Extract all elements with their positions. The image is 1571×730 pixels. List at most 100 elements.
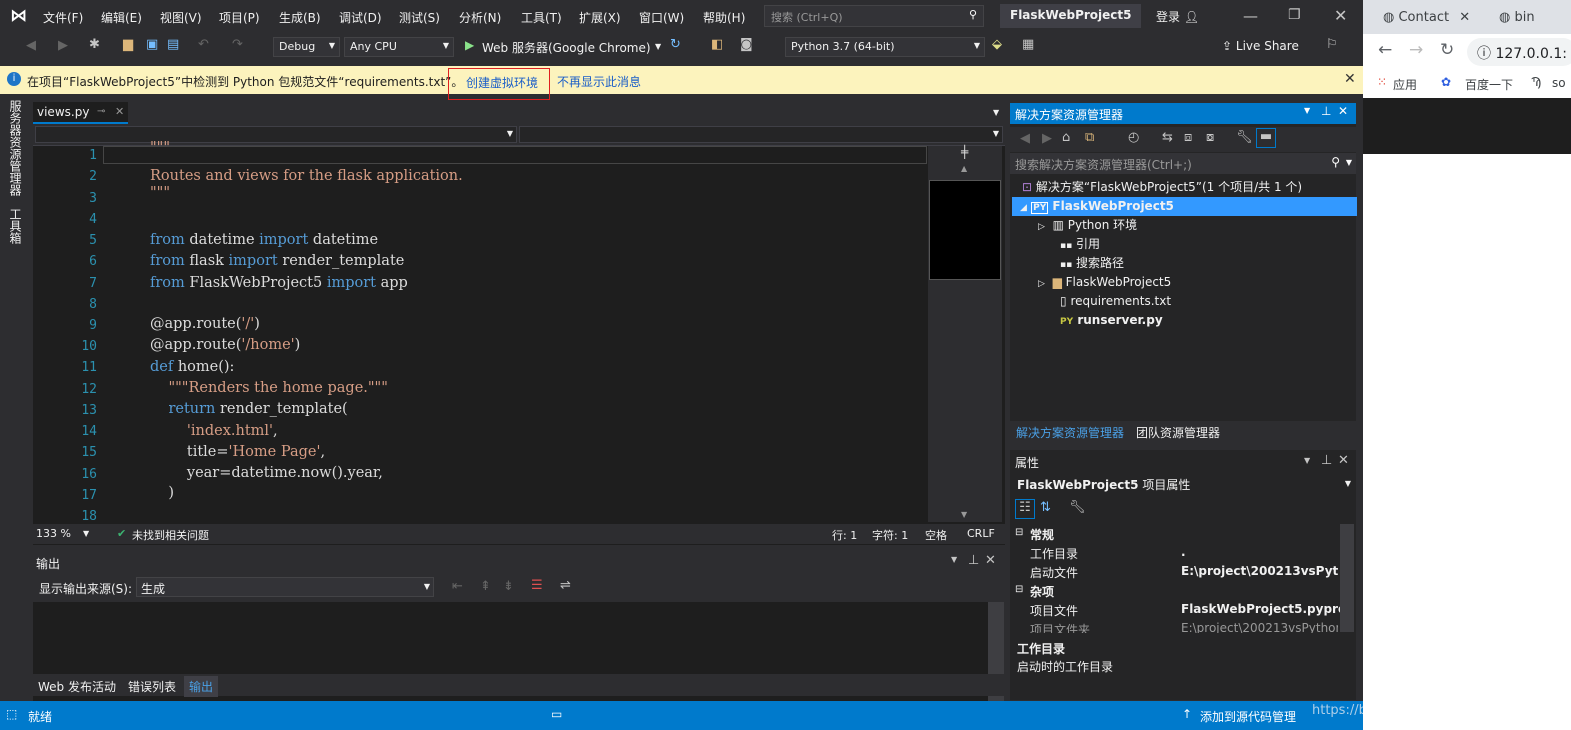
save-icon[interactable]: ▣ [146, 37, 158, 52]
close-panel-icon[interactable]: ✕ [1338, 453, 1349, 468]
restore-button[interactable]: ❐ [1288, 7, 1301, 23]
code-line[interactable]: ) [150, 485, 174, 501]
tree-references[interactable]: ▪▪ 引用 [1060, 235, 1100, 254]
bookmark-apps[interactable]: 应用 [1393, 76, 1417, 93]
run-icon[interactable]: ▶ [465, 38, 474, 52]
code-line[interactable]: from FlaskWebProject5 import app [150, 275, 408, 291]
code-line[interactable]: Routes and views for the flask applicati… [150, 168, 463, 184]
close-infobar-icon[interactable]: ✕ [1344, 71, 1356, 87]
category-toggle-icon[interactable]: ⊟ [1015, 584, 1023, 595]
code-line[interactable]: 'index.html', [150, 423, 278, 439]
layout-icon[interactable]: ▦ [1022, 37, 1034, 52]
tree-solution[interactable]: ⊡ 解决方案“FlaskWebProject5”(1 个项目/共 1 个) [1022, 178, 1302, 197]
code-line[interactable]: """Renders the home page.""" [150, 380, 387, 396]
code-line[interactable]: from flask import render_template [150, 253, 404, 269]
prop-value[interactable]: FlaskWebProject5.pyproj [1181, 602, 1350, 616]
address-bar[interactable]: ⓘ 127.0.0.1: [1467, 38, 1571, 66]
tree-project[interactable]: ◢ PY FlaskWebProject5 [1012, 197, 1357, 216]
config-select[interactable]: Debug ▼ [273, 37, 340, 57]
prop-value[interactable]: E:\project\200213vsPytho [1181, 564, 1338, 578]
properties-scrollbar[interactable] [1340, 524, 1354, 632]
login-button[interactable]: 登录 👤︎ [1156, 8, 1199, 25]
output-source-select[interactable]: 生成 ▼ [136, 577, 434, 597]
open-icon[interactable]: ▆ [123, 37, 133, 52]
code-line[interactable]: year=datetime.now().year, [150, 465, 383, 481]
search-input[interactable]: 搜索 (Ctrl+Q) ⚲ [764, 5, 984, 27]
code-line[interactable]: from datetime import datetime [150, 232, 378, 248]
zoom-dropdown-icon[interactable]: ▼ [83, 529, 89, 538]
switch-views-icon[interactable]: ⧉ [1085, 130, 1094, 145]
menu-extensions[interactable]: 扩展(X) [579, 9, 621, 26]
search-options-icon[interactable]: ▼ [1346, 158, 1352, 167]
tab-error-list[interactable]: 错误列表 [128, 678, 176, 695]
upload-icon[interactable]: ↑ [1182, 707, 1192, 721]
minimap-viewport[interactable] [929, 180, 1001, 280]
class-nav-dropdown[interactable]: ▼ [35, 126, 517, 143]
property-pages-icon[interactable]: 🔧︎ [1069, 500, 1086, 515]
collapse-arrow-icon[interactable]: ◢ [1020, 203, 1027, 213]
line-ending[interactable]: CRLF [967, 527, 995, 540]
close-tab-icon[interactable]: ✕ [1459, 10, 1470, 25]
tab-overflow-icon[interactable]: ▼ [993, 108, 999, 117]
redo-icon[interactable]: ↷ [232, 37, 243, 52]
pin-icon[interactable]: ⊸ [97, 106, 105, 117]
whitespace-mode[interactable]: 空格 [925, 527, 947, 543]
tree-python-env[interactable]: ▷ ▥ Python 环境 [1038, 216, 1137, 235]
code-line[interactable]: """ [150, 185, 170, 201]
menu-window[interactable]: 窗口(W) [639, 9, 684, 26]
pin-icon[interactable]: ⊥ [968, 553, 979, 568]
find-prev-icon[interactable]: ⇞ [480, 579, 491, 594]
forward-icon[interactable]: ▶ [1042, 131, 1052, 146]
run-target-button[interactable]: Web 服务器(Google Chrome) [482, 39, 651, 56]
screenshot-icon[interactable]: ◙ [740, 37, 753, 52]
tab-output[interactable]: 输出 [184, 676, 219, 697]
new-project-icon[interactable]: ✱ [89, 37, 100, 52]
scroll-up-icon[interactable]: ▲ [961, 164, 967, 173]
browse-icon[interactable]: ◧ [711, 37, 723, 52]
feedback-icon[interactable]: ⚐ [1326, 37, 1338, 52]
tab-team-explorer[interactable]: 团队资源管理器 [1136, 424, 1220, 441]
menu-analyze[interactable]: 分析(N) [459, 9, 501, 26]
collapse-icon[interactable]: ⧈ [1184, 130, 1192, 145]
tree-search-paths[interactable]: ▪▪ 搜索路径 [1060, 254, 1124, 273]
prop-value[interactable]: . [1181, 545, 1186, 559]
toolbox-tab[interactable]: 工具箱 [7, 208, 24, 244]
clear-all-icon[interactable]: ☰ [531, 578, 543, 593]
reload-icon[interactable]: ↻ [1440, 40, 1454, 60]
word-wrap-icon[interactable]: ⇌ [560, 578, 571, 593]
menu-build[interactable]: 生成(B) [279, 9, 321, 26]
panel-menu-icon[interactable]: ▼ [1304, 456, 1310, 465]
scroll-down-icon[interactable]: ▼ [961, 510, 967, 519]
back-icon[interactable]: ← [1378, 40, 1392, 60]
undo-icon[interactable]: ↶ [198, 37, 209, 52]
env-icon[interactable]: ⬙ [992, 37, 1002, 52]
menu-view[interactable]: 视图(V) [160, 9, 202, 26]
forward-icon[interactable]: ▶ [58, 38, 68, 53]
source-control-button[interactable]: 添加到源代码管理 [1200, 708, 1296, 725]
forward-icon[interactable]: → [1409, 40, 1423, 60]
close-tab-icon[interactable]: ✕ [115, 105, 124, 118]
split-icon[interactable]: ╪ [961, 145, 968, 159]
expand-arrow-icon[interactable]: ▷ [1038, 222, 1045, 232]
refresh-icon[interactable]: ↻ [670, 37, 681, 52]
pending-changes-icon[interactable]: ◴ [1128, 130, 1139, 145]
browser-tab-contact[interactable]: ◍ Contact ✕ [1375, 6, 1479, 34]
vs-logo-icon[interactable]: ⋈ [10, 6, 27, 26]
python-env-select[interactable]: Python 3.7 (64-bit) ▼ [785, 37, 985, 57]
close-panel-icon[interactable]: ✕ [985, 553, 996, 568]
code-line[interactable]: def home(): [150, 359, 234, 375]
info-icon[interactable]: ⓘ [1477, 46, 1491, 62]
preview-icon[interactable]: ▬ [1256, 128, 1276, 148]
code-line[interactable]: title='Home Page', [150, 444, 325, 460]
tree-runserver[interactable]: PY runserver.py [1060, 311, 1163, 330]
member-nav-dropdown[interactable]: ▼ [519, 126, 1003, 143]
menu-debug[interactable]: 调试(D) [339, 9, 382, 26]
zoom-level[interactable]: 133 % [36, 527, 71, 540]
back-icon[interactable]: ◀ [1020, 131, 1030, 146]
menu-test[interactable]: 测试(S) [399, 9, 440, 26]
solution-search-input[interactable]: 搜索解决方案资源管理器(Ctrl+;) ⚲ ▼ [1010, 153, 1356, 174]
bookmark-so[interactable]: so [1552, 76, 1566, 90]
close-panel-icon[interactable]: ✕ [1338, 104, 1348, 118]
goto-prev-icon[interactable]: ⇤ [452, 579, 463, 594]
expand-arrow-icon[interactable]: ▷ [1038, 279, 1045, 289]
